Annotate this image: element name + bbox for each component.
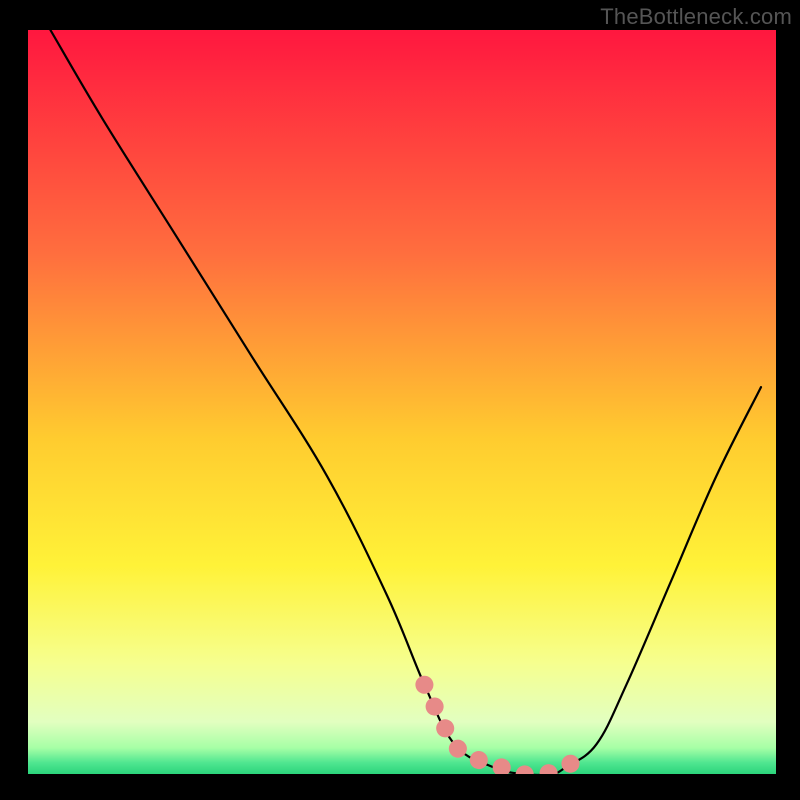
chart-svg: [0, 0, 800, 800]
plot-background: [28, 30, 776, 774]
watermark-text: TheBottleneck.com: [600, 4, 792, 30]
chart-frame: TheBottleneck.com: [0, 0, 800, 800]
